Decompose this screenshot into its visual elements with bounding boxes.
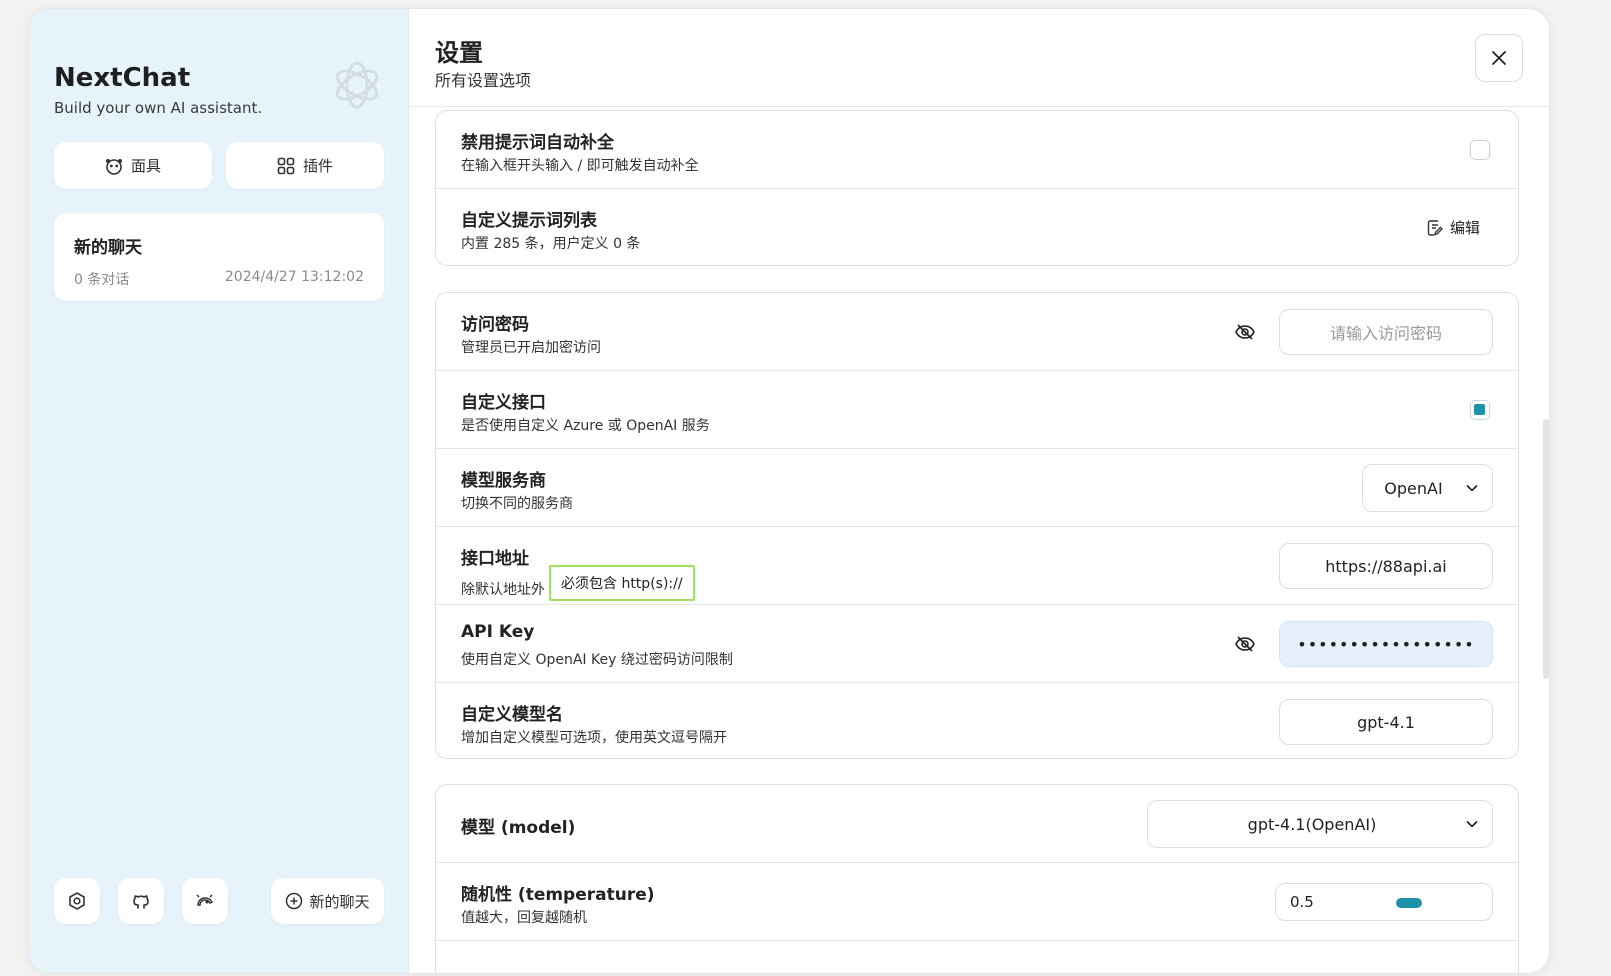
settings-icon	[69, 892, 85, 910]
edit-label: 编辑	[1449, 219, 1480, 237]
eye-off-icon[interactable]	[1234, 321, 1256, 343]
row-title: 自定义提示词列表	[461, 211, 597, 231]
provider-value: OpenAI	[1384, 478, 1443, 498]
custom-models-input[interactable]: gpt-4.1	[1279, 699, 1493, 745]
row-description: 除默认地址外 必须包含 http(s)://	[461, 565, 695, 607]
row-description: 在输入框开头输入 / 即可触发自动补全	[461, 158, 699, 174]
access-settings-list: 访问密码 管理员已开启加密访问 请输入访问密码 自定义接口 是否使用自定义 Az…	[435, 292, 1519, 759]
disable-autocomplete-checkbox[interactable]	[1470, 140, 1490, 160]
row-title: 模型服务商	[461, 471, 546, 491]
endpoint-input[interactable]: https://88api.ai	[1279, 543, 1493, 589]
app-window: NextChat Build your own AI assistant. 面具	[28, 8, 1550, 974]
openai-logo-icon	[335, 61, 379, 109]
row-title: 模型 (model)	[461, 818, 576, 838]
row-description: 增加自定义模型可选项，使用英文逗号隔开	[461, 730, 727, 746]
row-title: 禁用提示词自动补全	[461, 133, 614, 153]
custom-models-row: 自定义模型名 增加自定义模型可选项，使用英文逗号隔开 gpt-4.1	[436, 683, 1518, 758]
row-title: API Key	[461, 622, 535, 642]
settings-button[interactable]	[54, 878, 100, 924]
mask-button-label: 面具	[130, 157, 161, 175]
brand-title: NextChat	[54, 63, 191, 93]
plugin-button-label: 插件	[302, 157, 333, 175]
mask-button[interactable]: 面具	[54, 142, 212, 189]
row-description: 内置 285 条，用户定义 0 条	[461, 236, 641, 252]
mask-icon	[105, 158, 122, 175]
sidebar: NextChat Build your own AI assistant. 面具	[29, 9, 409, 973]
eye-off-icon[interactable]	[1234, 633, 1256, 655]
add-icon	[286, 892, 303, 910]
disable-autocomplete-row: 禁用提示词自动补全 在输入框开头输入 / 即可触发自动补全	[436, 111, 1518, 189]
chevron-down-icon	[1452, 484, 1492, 492]
row-description: 值越大，回复越随机	[461, 910, 587, 926]
close-button[interactable]	[1475, 34, 1523, 82]
row-description: 是否使用自定义 Azure 或 OpenAI 服务	[461, 418, 710, 434]
row-title: 自定义模型名	[461, 705, 563, 725]
page-title: 设置	[435, 39, 483, 67]
brand-subtitle: Build your own AI assistant.	[54, 99, 263, 117]
github-icon	[133, 895, 149, 909]
temperature-value: 0.5	[1290, 893, 1314, 911]
endpoint-hint-highlight: 必须包含 http(s)://	[549, 565, 695, 601]
model-settings-list: 模型 (model) gpt-4.1(OpenAI) 随机性 (temperat…	[435, 784, 1519, 973]
plugin-button[interactable]: 插件	[226, 142, 384, 189]
provider-row: 模型服务商 切换不同的服务商 OpenAI	[436, 449, 1518, 527]
prompt-settings-list: 禁用提示词自动补全 在输入框开头输入 / 即可触发自动补全 自定义提示词列表 内…	[435, 110, 1519, 266]
edit-icon	[1427, 219, 1443, 236]
endpoint-desc: 除默认地址外	[461, 582, 545, 598]
github-button[interactable]	[118, 878, 164, 924]
page-subtitle: 所有设置选项	[435, 71, 532, 90]
model-value: gpt-4.1(OpenAI)	[1247, 814, 1377, 834]
model-select[interactable]: gpt-4.1(OpenAI)	[1147, 800, 1493, 848]
temperature-slider[interactable]: 0.5	[1275, 883, 1493, 921]
slider-thumb[interactable]	[1396, 898, 1422, 908]
edit-prompts-button[interactable]: 编辑	[1426, 217, 1480, 238]
access-code-row: 访问密码 管理员已开启加密访问 请输入访问密码	[436, 293, 1518, 371]
chat-timestamp: 2024/4/27 13:12:02	[224, 269, 364, 285]
new-chat-button[interactable]: 新的聊天	[271, 878, 384, 924]
new-chat-label: 新的聊天	[309, 892, 370, 911]
endpoint-row: 接口地址 除默认地址外 必须包含 http(s):// https://88api…	[436, 527, 1518, 605]
row-description: 使用自定义 OpenAI Key 绕过密码访问限制	[461, 652, 733, 668]
chat-message-count: 0 条对话	[74, 272, 130, 288]
grid-icon	[277, 157, 295, 174]
row-description: 管理员已开启加密访问	[461, 340, 601, 356]
row-title: 接口地址	[461, 549, 529, 569]
api-key-row: API Key 使用自定义 OpenAI Key 绕过密码访问限制 ••••••…	[436, 605, 1518, 683]
chat-title: 新的聊天	[74, 238, 142, 258]
scrollbar[interactable]	[1543, 419, 1549, 679]
settings-panel: 设置 所有设置选项 禁用提示词自动补全 在输入框开头输入 / 即可触发自动补全 …	[409, 9, 1549, 973]
provider-select[interactable]: OpenAI	[1362, 464, 1493, 512]
discovery-icon	[196, 894, 214, 906]
discovery-button[interactable]	[182, 878, 228, 924]
api-key-input[interactable]: •••••••••••••••••	[1279, 621, 1493, 667]
row-title: 自定义接口	[461, 393, 546, 413]
row-description: 切换不同的服务商	[461, 496, 573, 512]
row-title: 访问密码	[461, 315, 529, 335]
temperature-row: 随机性 (temperature) 值越大，回复越随机 0.5	[436, 863, 1518, 941]
access-code-input[interactable]: 请输入访问密码	[1279, 309, 1493, 355]
chevron-down-icon	[1452, 820, 1492, 828]
custom-endpoint-row: 自定义接口 是否使用自定义 Azure 或 OpenAI 服务	[436, 371, 1518, 449]
chat-list-item[interactable]: 新的聊天 0 条对话 2024/4/27 13:12:02	[54, 213, 384, 301]
custom-endpoint-checkbox[interactable]	[1470, 400, 1490, 420]
model-row: 模型 (model) gpt-4.1(OpenAI)	[436, 785, 1518, 863]
settings-header: 设置 所有设置选项	[409, 9, 1549, 107]
close-icon	[1492, 51, 1506, 65]
row-title: 随机性 (temperature)	[461, 885, 655, 905]
custom-prompts-row: 自定义提示词列表 内置 285 条，用户定义 0 条 编辑	[436, 189, 1518, 265]
